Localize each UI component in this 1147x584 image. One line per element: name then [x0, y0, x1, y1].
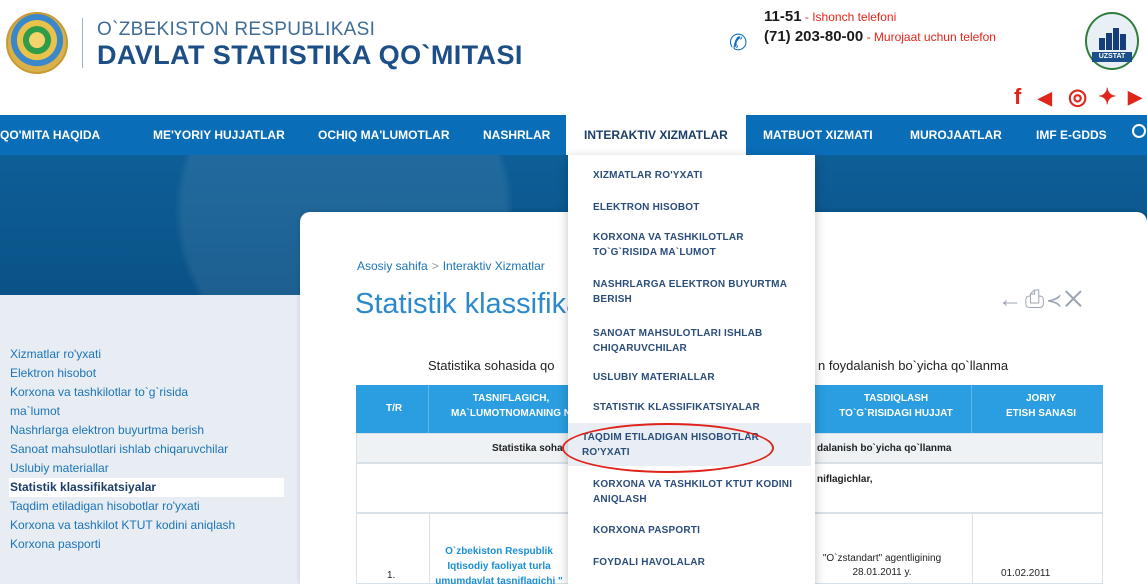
highlight-annotation-oval: [562, 423, 774, 473]
facebook-icon[interactable]: f: [1014, 84, 1021, 110]
appeal-phone-label: - Murojaat uchun telefon: [863, 30, 996, 44]
dropdown-item-ktut-lookup[interactable]: KORXONA VA TASHKILOT KTUT KODINI ANIQLAS…: [593, 477, 792, 507]
uzstat-logo[interactable]: UZSTAT: [1085, 12, 1139, 70]
dropdown-item-organizations-info[interactable]: KORXONA VA TASHKILOTLAR TO`G`RISIDA MA`L…: [593, 230, 744, 260]
telegram-icon[interactable]: ◀: [1038, 88, 1052, 109]
row-classifier-link[interactable]: O`zbekiston Respublik Iqtisodiy faoliyat…: [429, 544, 569, 584]
row-number: 1.: [387, 570, 396, 581]
page-tools: ←⎙≺✕: [998, 286, 1086, 314]
sidebar-item-publication-order[interactable]: Nashrlarga elektron buyurtma berish: [9, 421, 284, 440]
dropdown-item-publication-order[interactable]: NASHRLARGA ELEKTRON BUYURTMA BERISH: [593, 277, 787, 307]
page-title: Statistik klassifika: [355, 288, 583, 320]
sidebar-item-classifications[interactable]: Statistik klassifikatsiyalar: [9, 478, 284, 497]
dropdown-item-manufacturers[interactable]: SANOAT MAHSULOTLARI ISHLAB CHIQARUVCHILA…: [593, 326, 762, 356]
main-nav: QO'MITA HAQIDA ME'YORIY HUJJATLAR OCHIQ …: [0, 115, 1147, 155]
share-icon[interactable]: ≺: [1047, 286, 1064, 313]
dropdown-item-services-list[interactable]: XIZMATLAR RO'YXATI: [593, 168, 703, 183]
row-approval-doc: "O`zstandart" agentligining 28.01.2011 y…: [822, 553, 942, 578]
org-subtitle: O`ZBEKISTON RESPUBLIKASI: [97, 19, 376, 40]
nav-item-interactive-services[interactable]: INTERAKTIV XIZMATLAR: [566, 115, 746, 155]
sidebar-item-ktut-lookup[interactable]: Korxona va tashkilot KTUT kodini aniqlas…: [9, 516, 284, 535]
nav-item-press[interactable]: MATBUOT XIZMATI: [763, 115, 873, 155]
site-header: O`ZBEKISTON RESPUBLIKASI DAVLAT STATISTI…: [0, 0, 1147, 115]
col-header-tr: T/R: [386, 403, 403, 414]
search-icon[interactable]: [1132, 124, 1146, 138]
header-divider-2: [971, 385, 972, 433]
trust-phone-number: 11-51: [764, 8, 802, 25]
dropdown-item-useful-links[interactable]: FOYDALI HAVOLALAR: [593, 555, 705, 570]
phone-icon: ✆: [729, 30, 748, 55]
instagram-icon[interactable]: ◎: [1068, 84, 1087, 110]
breadcrumb-current[interactable]: Interaktiv Xizmatlar: [443, 259, 545, 273]
dropdown-item-company-passport[interactable]: KORXONA PASPORTI: [593, 523, 700, 538]
table-caption-left: Statistika sohasida qo: [428, 358, 555, 373]
nav-item-regulatory[interactable]: ME'YORIY HUJJATLAR: [153, 115, 285, 155]
sidebar-item-manufacturers[interactable]: Sanoat mahsulotlari ishlab chiqaruvchila…: [9, 440, 284, 459]
nav-item-publications[interactable]: NASHRLAR: [483, 115, 550, 155]
nav-item-appeals[interactable]: MUROJAATLAR: [910, 115, 1002, 155]
col-header-classifier: TASNIFLAGICH, MA`LUMOTNOMANING N: [451, 393, 571, 419]
sidebar-item-services-list[interactable]: Xizmatlar ro'yxati: [9, 345, 284, 364]
section-row-right-text: dalanish bo`yicha qo`llanma: [817, 443, 952, 454]
header-divider-1: [428, 385, 429, 433]
trust-phone-label: - Ishonch telefoni: [801, 10, 897, 24]
back-arrow-icon[interactable]: ←: [998, 286, 1025, 313]
col-header-effective-date: JORIY ETISH SANASI: [1005, 393, 1076, 419]
nav-item-imf[interactable]: IMF E-GDDS: [1036, 115, 1107, 155]
sidebar-item-organizations-info[interactable]: Korxona va tashkilotlar to`g`risida ma`l…: [9, 383, 239, 421]
uzstat-label: UZSTAT: [1092, 52, 1132, 62]
sidebar-item-electronic-report[interactable]: Elektron hisobot: [9, 364, 284, 383]
sidebar-item-methodology[interactable]: Uslubiy materiallar: [9, 459, 284, 478]
trust-phone: 11-51 - Ishonch telefoni: [764, 8, 896, 25]
uzstat-bars-icon: [1099, 28, 1127, 50]
dropdown-item-methodology[interactable]: USLUBIY MATERIALLAR: [593, 370, 715, 385]
nav-item-about[interactable]: QO'MITA HAQIDA: [0, 115, 100, 155]
breadcrumb-separator: >: [431, 259, 439, 273]
appeal-phone-number: (71) 203-80-00: [764, 28, 864, 45]
table-caption-right: n foydalanish bo`yicha qo`llanma: [818, 358, 1009, 373]
print-icon[interactable]: ⎙: [1025, 286, 1047, 313]
sidebar-menu: Xizmatlar ro'yxati Elektron hisobot Korx…: [9, 345, 284, 554]
breadcrumb: Asosiy sahifa > Interaktiv Xizmatlar: [357, 259, 545, 273]
appeal-phone: (71) 203-80-00 - Murojaat uchun telefon: [764, 28, 996, 45]
org-title[interactable]: DAVLAT STATISTIKA QO`MITASI: [97, 40, 523, 71]
header-divider: [82, 18, 83, 68]
interactive-services-dropdown: XIZMATLAR RO'YXATI ELEKTRON HISOBOT KORX…: [568, 155, 815, 584]
breadcrumb-home[interactable]: Asosiy sahifa: [357, 259, 428, 273]
state-emblem-logo[interactable]: [6, 12, 68, 74]
sidebar-item-company-passport[interactable]: Korxona pasporti: [9, 535, 284, 554]
section-row-left-text: Statistika soha: [492, 443, 563, 454]
twitter-icon[interactable]: ✦: [1098, 84, 1116, 110]
close-icon[interactable]: ✕: [1064, 286, 1085, 313]
page: O`ZBEKISTON RESPUBLIKASI DAVLAT STATISTI…: [0, 0, 1147, 584]
youtube-icon[interactable]: ▶: [1128, 87, 1142, 108]
col-header-approval-doc: TASDIQLASH TO`G`RISIDAGI HUJJAT: [839, 393, 953, 419]
row-divider-2: [972, 514, 973, 583]
row-effective-date: 01.02.2011: [1001, 568, 1051, 579]
sidebar-item-reports-list[interactable]: Taqdim etiladigan hisobotlar ro'yxati: [9, 497, 284, 516]
nav-item-open-data[interactable]: OCHIQ MA'LUMOTLAR: [318, 115, 450, 155]
subsection-row-text: niflagichlar,: [817, 474, 873, 485]
dropdown-item-electronic-report[interactable]: ELEKTRON HISOBOT: [593, 200, 700, 215]
dropdown-item-classifications[interactable]: STATISTIK KLASSIFIKATSIYALAR: [593, 400, 760, 415]
